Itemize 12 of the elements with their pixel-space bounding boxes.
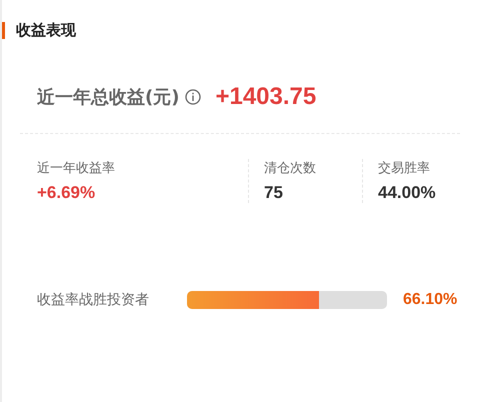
info-icon[interactable] — [185, 89, 202, 105]
stat-label: 清仓次数 — [264, 160, 317, 177]
total-value: +1403.75 — [215, 83, 316, 111]
stat-label: 交易胜率 — [378, 160, 431, 177]
total-label: 近一年总收益(元) — [37, 86, 180, 109]
stat-value: 44.00% — [378, 183, 436, 203]
stat-label: 近一年收益率 — [37, 160, 116, 177]
rank-label: 收益率战胜投资者 — [37, 291, 150, 309]
stat-value: 75 — [264, 183, 284, 203]
stat-value: +6.69% — [37, 183, 96, 203]
section-title: 收益表现 — [16, 20, 76, 40]
rank-value: 66.10% — [403, 291, 458, 309]
